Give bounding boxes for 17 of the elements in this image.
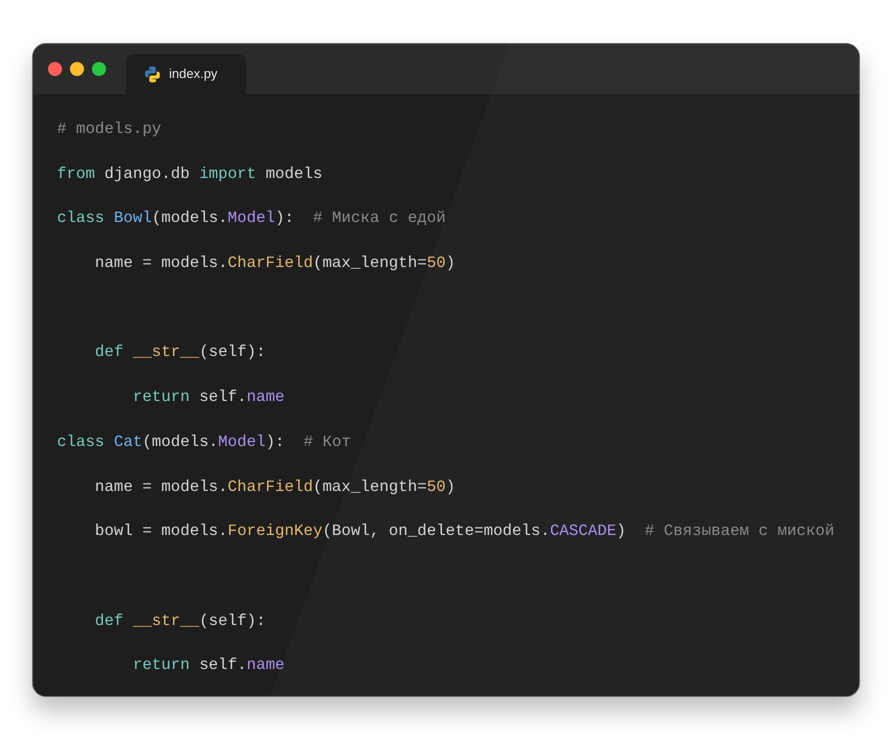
code-line: return self.name <box>132 388 285 406</box>
tab-title: index.py <box>169 65 218 84</box>
code-line: name = models.CharField(max_length=50) <box>94 478 456 496</box>
maximize-button[interactable] <box>92 62 106 76</box>
code-line: return self.name <box>132 656 285 674</box>
code-line: def __str__(self): <box>94 612 266 630</box>
code-line: name = models.CharField(max_length=50) <box>94 254 456 272</box>
code-line: class Cat(models.Model): # Кот <box>57 432 351 451</box>
code-line: bowl = models.ForeignKey(Bowl, on_delete=models.CASCADE) # Связываем с миской <box>94 522 834 540</box>
code-line: # models.py <box>57 120 162 138</box>
code-line: def __str__(self): <box>94 343 266 362</box>
code-line: from django.db import models <box>57 164 322 183</box>
python-logo-icon <box>144 66 161 82</box>
minimize-button[interactable] <box>70 62 84 76</box>
close-button[interactable] <box>48 62 62 76</box>
code-line: class Bowl(models.Model): # Миска с едой <box>57 209 446 228</box>
file-tab[interactable]: index.py <box>126 54 246 94</box>
